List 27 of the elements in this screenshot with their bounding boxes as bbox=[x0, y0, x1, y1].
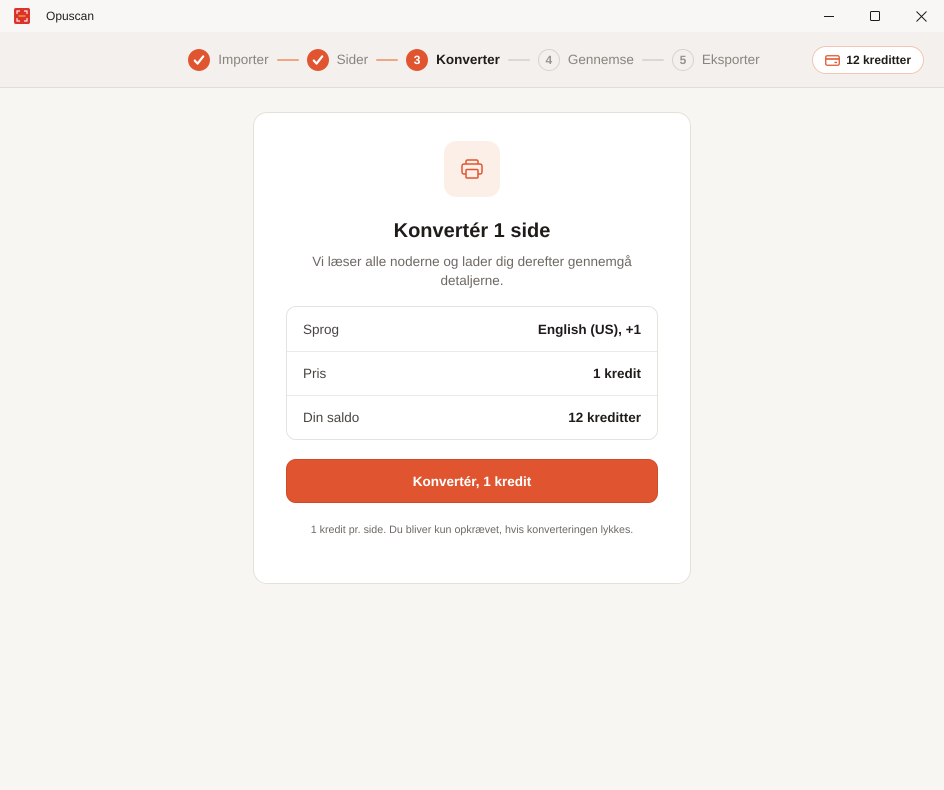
step-label: Eksporter bbox=[702, 52, 760, 67]
detail-value: English (US), +1 bbox=[538, 322, 641, 336]
footnote: 1 kredit pr. side. Du bliver kun opkrævet, hvis konverteringen lykkes. bbox=[310, 523, 634, 537]
step-label: Importer bbox=[218, 52, 269, 67]
detail-label: Sprog bbox=[303, 322, 340, 336]
app-logo-icon bbox=[14, 8, 30, 24]
step-label: Gennemse bbox=[568, 52, 634, 67]
close-icon bbox=[916, 10, 926, 22]
card-description: Vi læser alle noderne og lader dig derefter gennemgå detaljerne. bbox=[311, 253, 633, 290]
printer-icon bbox=[444, 141, 500, 197]
card-title: Konvertér 1 side bbox=[394, 219, 550, 244]
step-label: Sider bbox=[336, 52, 368, 67]
detail-label: Pris bbox=[303, 366, 326, 381]
step-label: Konverter bbox=[436, 52, 500, 67]
step-number: 3 bbox=[406, 48, 428, 70]
step-number: 5 bbox=[672, 48, 694, 70]
detail-value: 12 kreditter bbox=[568, 410, 641, 425]
maximize-icon bbox=[870, 11, 880, 21]
convert-button[interactable]: Konvertér, 1 kredit bbox=[286, 459, 658, 503]
credit-card-icon bbox=[825, 54, 840, 66]
window-title: Opuscan bbox=[46, 9, 94, 23]
detail-value: 1 kredit bbox=[592, 366, 641, 381]
step-connector bbox=[376, 58, 398, 60]
step-connector bbox=[276, 58, 299, 60]
step-number: 4 bbox=[538, 48, 560, 70]
detail-label: Din saldo bbox=[303, 410, 360, 425]
credits-button[interactable]: 12 kreditter bbox=[812, 46, 924, 74]
